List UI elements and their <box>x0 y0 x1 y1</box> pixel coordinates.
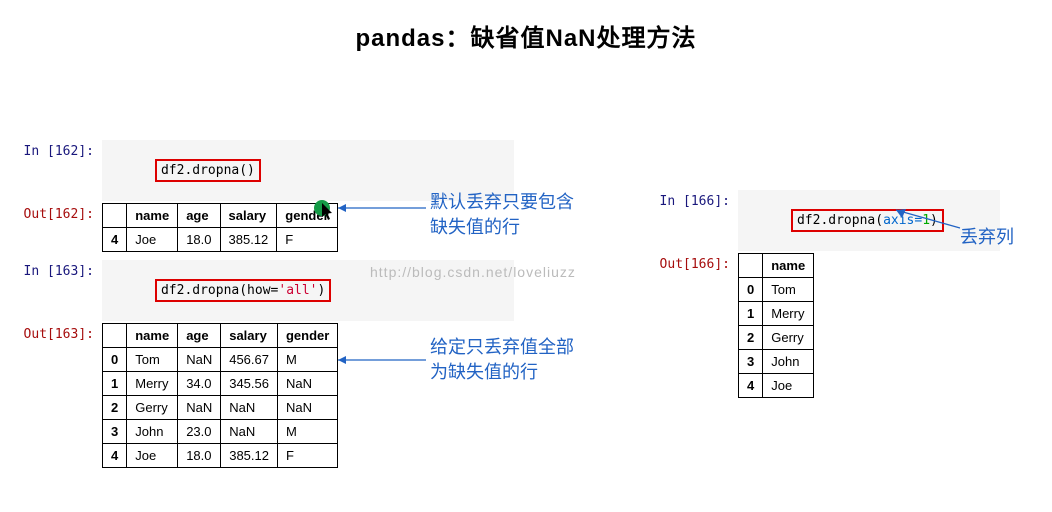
table-row: 1Merry34.0345.56NaN <box>103 372 338 396</box>
table-cell: F <box>277 228 337 252</box>
watermark: http://blog.csdn.net/loveliuzz <box>370 264 576 280</box>
table-cell: Tom <box>763 278 814 302</box>
table-row: 2Gerry <box>739 326 814 350</box>
table-header: name <box>127 204 178 228</box>
table-row: 0Tom <box>739 278 814 302</box>
output-162: nameagesalarygender4Joe18.0385.12F <box>102 203 338 252</box>
in-prompt-163: In [163]: <box>14 260 102 279</box>
cell-166: In [166]: df2.dropna(axis=1) Out[166]: n… <box>640 190 1040 400</box>
table-cell: Gerry <box>127 396 178 420</box>
table-header: gender <box>277 324 337 348</box>
in-prompt-162: In [162]: <box>14 140 102 159</box>
table-row: 3John <box>739 350 814 374</box>
table-166: name0Tom1Merry2Gerry3John4Joe <box>738 253 814 398</box>
code-162-highlight: df2.dropna() <box>155 159 261 182</box>
table-header: name <box>763 254 814 278</box>
table-cell: NaN <box>277 372 337 396</box>
table-row: 4Joe18.0385.12F <box>103 228 338 252</box>
table-row: 1Merry <box>739 302 814 326</box>
table-163: nameagesalarygender0TomNaN456.67M1Merry3… <box>102 323 338 468</box>
code-163-highlight: df2.dropna(how='all') <box>155 279 331 302</box>
table-cell: Gerry <box>763 326 814 350</box>
table-cell: Joe <box>127 444 178 468</box>
table-cell: M <box>277 348 337 372</box>
table-cell: 18.0 <box>178 444 221 468</box>
table-cell: NaN <box>221 396 278 420</box>
out-prompt-162: Out[162]: <box>14 203 102 222</box>
table-cell: M <box>277 420 337 444</box>
table-cell: NaN <box>277 396 337 420</box>
table-cell: John <box>763 350 814 374</box>
table-cell: Joe <box>127 228 178 252</box>
table-header: age <box>178 204 220 228</box>
table-cell: NaN <box>221 420 278 444</box>
table-row: 2GerryNaNNaNNaN <box>103 396 338 420</box>
code-166-highlight: df2.dropna(axis=1) <box>791 209 944 232</box>
annotation-3: 丢弃列 <box>960 225 1014 250</box>
table-cell: 385.12 <box>220 228 277 252</box>
table-header: salary <box>220 204 277 228</box>
table-cell: 23.0 <box>178 420 221 444</box>
table-header: salary <box>221 324 278 348</box>
out-prompt-166: Out[166]: <box>640 253 738 272</box>
table-row: 3John23.0NaNM <box>103 420 338 444</box>
table-cell: Merry <box>763 302 814 326</box>
table-cell: Tom <box>127 348 178 372</box>
table-162: nameagesalarygender4Joe18.0385.12F <box>102 203 338 252</box>
table-cell: 385.12 <box>221 444 278 468</box>
table-header: name <box>127 324 178 348</box>
table-cell: 18.0 <box>178 228 220 252</box>
table-cell: F <box>277 444 337 468</box>
in-prompt-166: In [166]: <box>640 190 738 209</box>
table-cell: Joe <box>763 374 814 398</box>
table-cell: 34.0 <box>178 372 221 396</box>
table-cell: NaN <box>178 396 221 420</box>
page-title: pandas：缺省值NaN处理方法 <box>0 18 1052 53</box>
mouse-cursor-icon <box>322 203 334 221</box>
table-cell: John <box>127 420 178 444</box>
output-166: name0Tom1Merry2Gerry3John4Joe <box>738 253 814 398</box>
table-cell: Merry <box>127 372 178 396</box>
table-header: age <box>178 324 221 348</box>
out-prompt-163: Out[163]: <box>14 323 102 342</box>
table-row: 4Joe <box>739 374 814 398</box>
table-cell: NaN <box>178 348 221 372</box>
table-cell: 456.67 <box>221 348 278 372</box>
annotation-2: 给定只丢弃值全部 为缺失值的行 <box>430 335 574 385</box>
annotation-1: 默认丢弃只要包含 缺失值的行 <box>430 190 574 240</box>
table-row: 0TomNaN456.67M <box>103 348 338 372</box>
output-163: nameagesalarygender0TomNaN456.67M1Merry3… <box>102 323 338 468</box>
table-cell: 345.56 <box>221 372 278 396</box>
table-row: 4Joe18.0385.12F <box>103 444 338 468</box>
